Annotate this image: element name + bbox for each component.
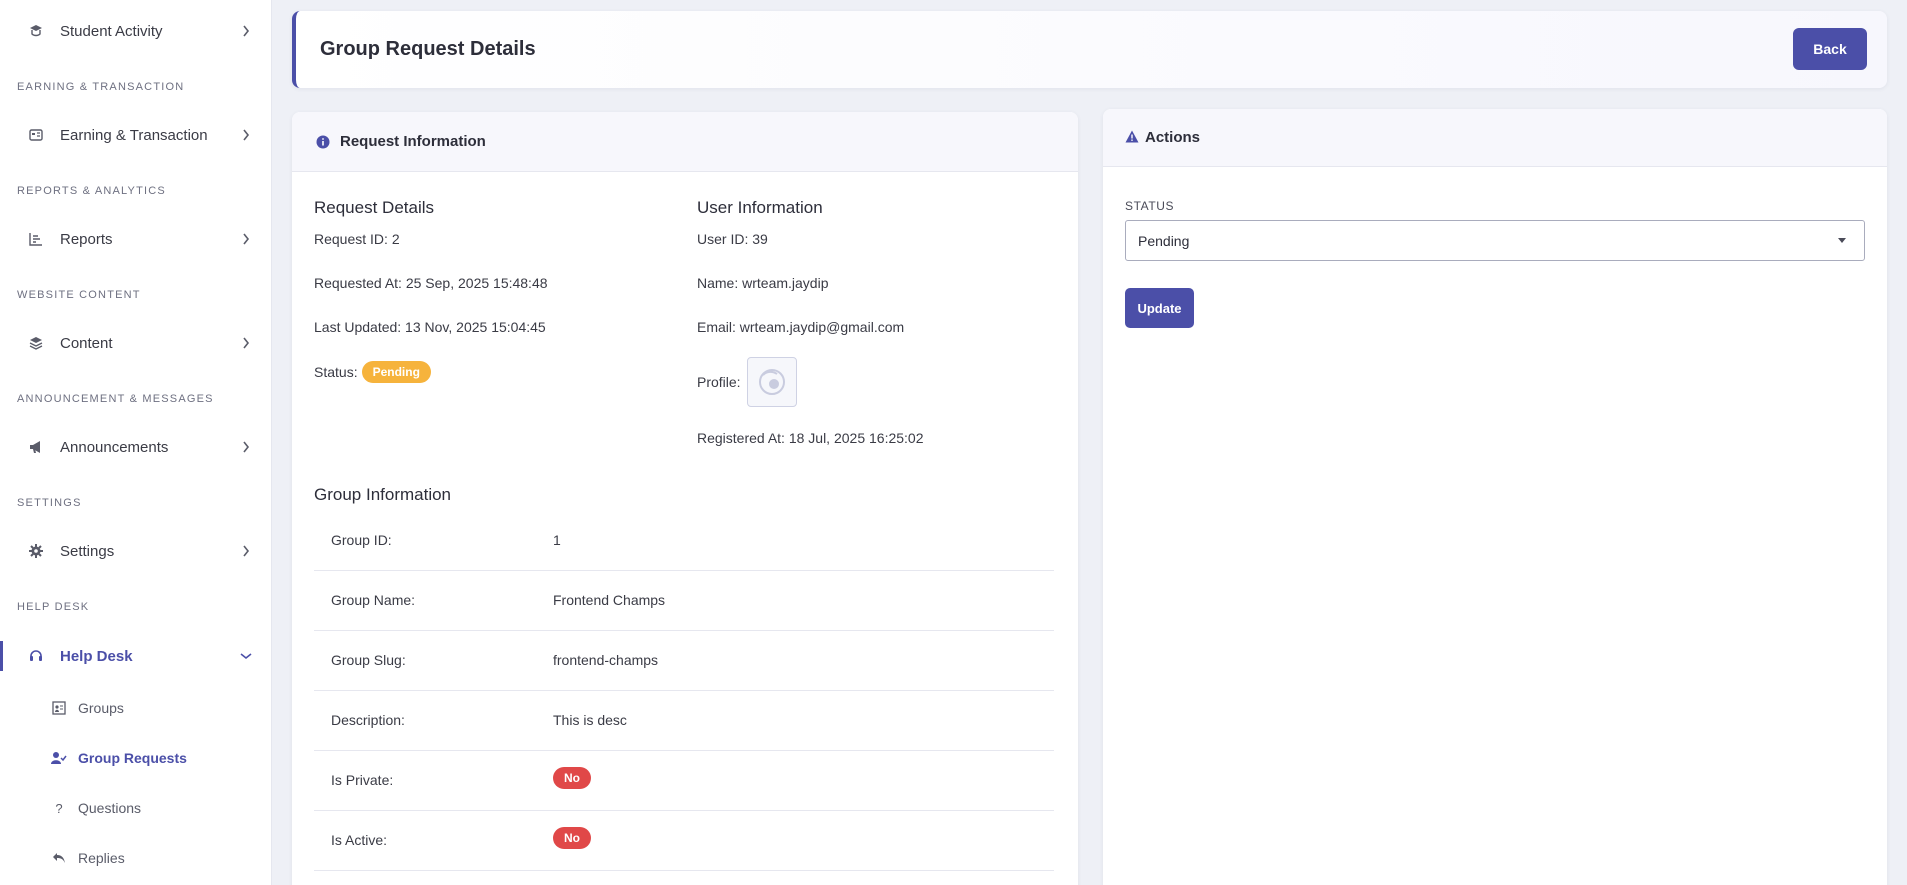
gear-icon (28, 543, 44, 559)
chevron-down-icon (240, 650, 252, 662)
chevron-right-icon (240, 25, 252, 37)
profile-label: Profile: (697, 374, 741, 390)
group-row-value: 1 (553, 532, 561, 548)
sidebar: Student Activity EARNING & TRANSACTION E… (0, 0, 272, 885)
sidebar-subitem-groups[interactable]: Groups (0, 691, 271, 725)
status-row: Status: Pending (314, 361, 431, 383)
group-row-value: This is desc (553, 712, 627, 728)
chevron-right-icon (240, 441, 252, 453)
group-row-is-active: Is Active: No (314, 811, 1054, 871)
group-row-label: Is Private: (331, 772, 394, 788)
request-details-heading: Request Details (314, 198, 435, 217)
group-row-label: Group Slug: (331, 652, 406, 668)
request-card-header: Request Information (292, 112, 1078, 172)
actions-card-title: Actions (1145, 129, 1201, 146)
group-row-name: Group Name: Frontend Champs (314, 571, 1054, 631)
sidebar-item-settings[interactable]: Settings (0, 531, 271, 571)
back-button[interactable]: Back (1793, 28, 1867, 70)
sidebar-subitem-questions[interactable]: ? Questions (0, 791, 271, 825)
update-button[interactable]: Update (1125, 288, 1194, 328)
bar-chart-icon (28, 231, 44, 247)
caret-down-icon (1838, 238, 1846, 243)
groups-icon (51, 700, 67, 716)
question-icon: ? (55, 800, 63, 816)
section-heading-settings: SETTINGS (17, 497, 82, 509)
user-name: Name: wrteam.jaydip (697, 275, 829, 291)
group-row-description: Description: This is desc (314, 691, 1054, 751)
is-private-badge: No (553, 767, 591, 789)
receipt-icon (28, 127, 44, 143)
group-row-slug: Group Slug: frontend-champs (314, 631, 1054, 691)
section-heading-help-desk: HELP DESK (17, 601, 90, 613)
info-icon (316, 135, 330, 149)
warning-icon (1125, 130, 1139, 144)
headset-icon (28, 648, 44, 664)
chevron-right-icon (240, 129, 252, 141)
section-heading-announcements: ANNOUNCEMENT & MESSAGES (17, 393, 214, 405)
status-badge: Pending (361, 361, 431, 383)
group-information-heading: Group Information (314, 485, 452, 504)
sidebar-subitem-label: Questions (78, 800, 142, 816)
group-row-label: Description: (331, 712, 405, 728)
group-row-label: Group Name: (331, 592, 416, 608)
status-label: Status: (314, 364, 358, 380)
group-row-label: Is Active: (331, 832, 388, 848)
last-updated: Last Updated: 13 Nov, 2025 15:04:45 (314, 319, 546, 335)
is-active-badge: No (553, 827, 591, 849)
status-field-label: STATUS (1125, 199, 1175, 213)
sidebar-subitem-replies[interactable]: Replies (0, 841, 271, 875)
sidebar-item-help-desk[interactable]: Help Desk (0, 636, 271, 676)
user-information-heading: User Information (697, 198, 823, 217)
chevron-right-icon (240, 337, 252, 349)
layers-icon (28, 335, 44, 351)
status-select[interactable]: Pending (1125, 220, 1865, 261)
page-title: Group Request Details (320, 38, 536, 60)
requested-at: Requested At: 25 Sep, 2025 15:48:48 (314, 275, 548, 291)
sidebar-item-reports[interactable]: Reports (0, 219, 271, 259)
group-row-is-private: Is Private: No (314, 751, 1054, 811)
sidebar-item-label: Student Activity (60, 22, 163, 40)
chevron-right-icon (240, 233, 252, 245)
group-row-value: Frontend Champs (553, 592, 666, 608)
graduation-icon (28, 23, 44, 39)
sidebar-item-label: Earning & Transaction (60, 126, 208, 144)
section-heading-website-content: WEBSITE CONTENT (17, 289, 141, 301)
megaphone-icon (28, 439, 44, 455)
sidebar-item-label: Reports (60, 230, 113, 248)
request-information-card: Request Information Request Details Requ… (292, 112, 1078, 885)
sidebar-subitem-label: Groups (78, 700, 124, 716)
sidebar-item-label: Settings (60, 542, 115, 560)
sidebar-item-student-activity[interactable]: Student Activity (0, 11, 271, 51)
sidebar-item-announcements[interactable]: Announcements (0, 427, 271, 467)
actions-card-header: Actions (1103, 109, 1887, 167)
reply-icon (51, 850, 67, 866)
sidebar-item-earning[interactable]: Earning & Transaction (0, 115, 271, 155)
section-heading-reports: REPORTS & ANALYTICS (17, 185, 166, 197)
group-row-value: frontend-champs (553, 652, 659, 668)
status-select-value: Pending (1138, 233, 1190, 249)
request-id: Request ID: 2 (314, 231, 400, 247)
registered-at: Registered At: 18 Jul, 2025 16:25:02 (697, 430, 924, 446)
user-email: Email: wrteam.jaydip@gmail.com (697, 319, 905, 335)
page-header: Group Request Details Back (292, 11, 1887, 88)
user-check-icon (51, 750, 67, 766)
sidebar-subitem-label: Group Requests (78, 750, 187, 766)
sidebar-item-label: Announcements (60, 438, 169, 456)
sidebar-item-label: Content (60, 334, 113, 352)
chevron-right-icon (240, 545, 252, 557)
sidebar-item-label: Help Desk (60, 647, 133, 665)
request-card-title: Request Information (340, 133, 486, 150)
sidebar-item-content[interactable]: Content (0, 323, 271, 363)
section-heading-earning: EARNING & TRANSACTION (17, 81, 185, 93)
user-id: User ID: 39 (697, 231, 768, 247)
sidebar-subitem-label: Replies (78, 850, 125, 866)
group-row-id: Group ID: 1 (314, 511, 1054, 571)
profile-image (747, 357, 797, 407)
sidebar-subitem-group-requests[interactable]: Group Requests (0, 741, 271, 775)
actions-card: Actions STATUS Pending Update (1103, 109, 1887, 885)
group-row-label: Group ID: (331, 532, 392, 548)
